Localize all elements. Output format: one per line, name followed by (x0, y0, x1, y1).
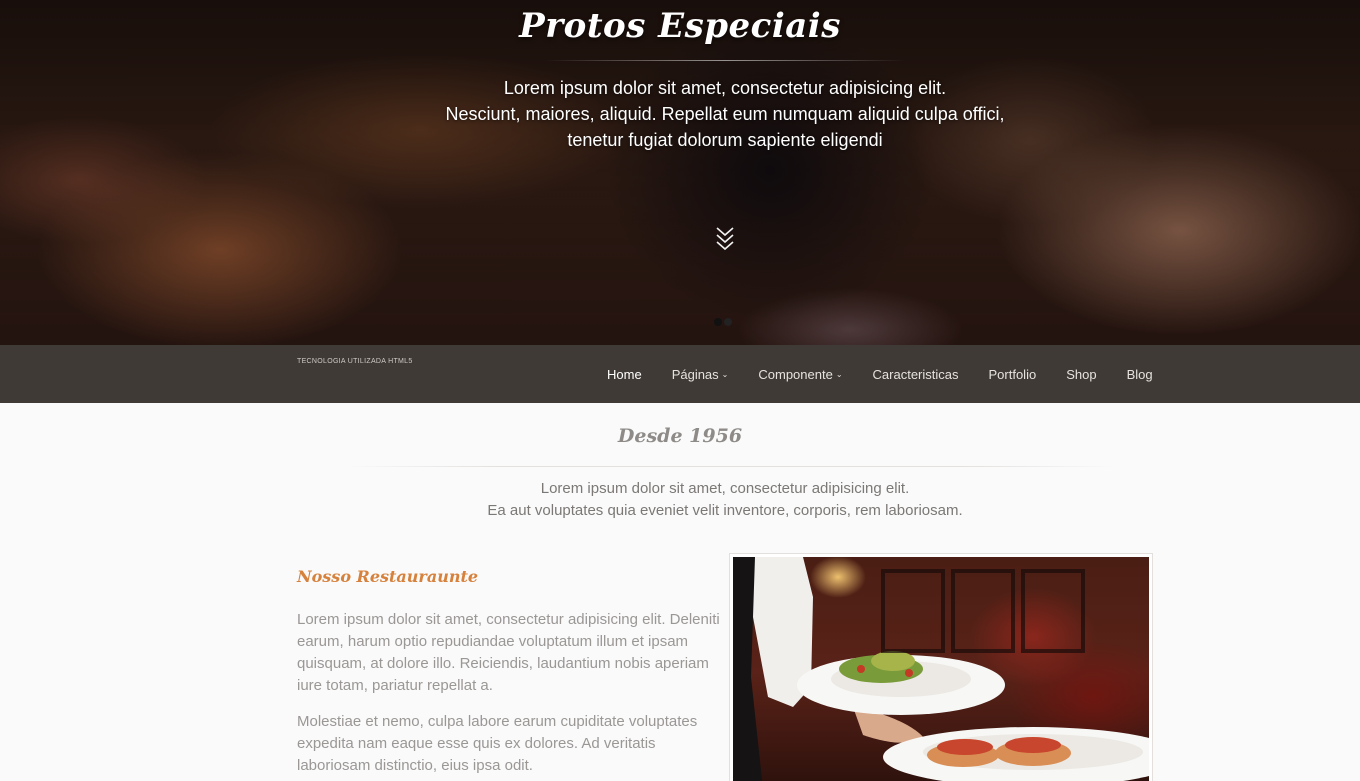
section-intro-text: Lorem ipsum dolor sit amet, consectetur … (380, 478, 1070, 522)
restaurant-photo-frame (729, 553, 1153, 781)
intro-line: Lorem ipsum dolor sit amet, consectetur … (540, 480, 910, 497)
section-title: Desde 1956 (617, 425, 743, 447)
nav-item-label: Blog (1126, 366, 1153, 382)
hero-line: Nesciunt, maiores, aliquid. Repellat eum… (445, 104, 1005, 124)
nav-item-label: Páginas (671, 366, 719, 382)
nav-item-caracteristicas[interactable]: Caracteristicas (858, 345, 974, 403)
nav-item-label: Home (607, 366, 642, 382)
hero-title: Protos Especiais (519, 6, 841, 46)
double-chevron-down-icon[interactable] (713, 225, 737, 253)
nav-item-shop[interactable]: Shop (1051, 345, 1111, 403)
chevron-down-icon: ⌄ (721, 369, 729, 379)
slider-dot-active[interactable] (724, 318, 732, 326)
nav-item-portfolio[interactable]: Portfolio (974, 345, 1052, 403)
nav-item-label: Portfolio (988, 366, 1037, 382)
slider-dots (714, 318, 732, 326)
nav-item-blog[interactable]: Blog (1112, 345, 1168, 403)
nav-item-label: Caracteristicas (872, 366, 959, 382)
nav-item-label: Shop (1066, 366, 1097, 382)
restaurant-title: Nosso Restauraunte (297, 567, 479, 586)
nav-item-home[interactable]: Home (592, 345, 657, 403)
navbar-brand[interactable]: TECNOLOGIA UTILIZADA HTML5 (297, 358, 413, 365)
hero-description: Lorem ipsum dolor sit amet, consectetur … (380, 75, 1070, 153)
section-divider (345, 466, 1115, 467)
hero-slider: Protos Especiais Lorem ipsum dolor sit a… (0, 0, 1360, 345)
intro-line: Ea aut voluptates quia eveniet velit inv… (487, 502, 963, 519)
nav-item-label: Componente (758, 366, 833, 382)
slider-dot[interactable] (714, 318, 722, 326)
nav-item-paginas[interactable]: Páginas ⌄ (657, 345, 744, 403)
hero-divider (545, 60, 905, 61)
hero-line: tenetur fugiat dolorum sapiente eligendi (567, 130, 883, 150)
restaurant-photo (733, 557, 1149, 781)
hero-line: Lorem ipsum dolor sit amet, consectetur … (503, 78, 947, 98)
restaurant-paragraph: Molestiae et nemo, culpa labore earum cu… (297, 713, 698, 774)
restaurant-paragraph: Lorem ipsum dolor sit amet, consectetur … (297, 611, 720, 694)
nav-menu: Home Páginas ⌄ Componente ⌄ Caracteristica… (592, 345, 1168, 403)
nav-item-componente[interactable]: Componente ⌄ (743, 345, 857, 403)
main-navbar: TECNOLOGIA UTILIZADA HTML5 Home Páginas ⌄… (0, 345, 1360, 403)
hero-background-shade (560, 0, 980, 345)
chevron-down-icon: ⌄ (835, 369, 843, 379)
